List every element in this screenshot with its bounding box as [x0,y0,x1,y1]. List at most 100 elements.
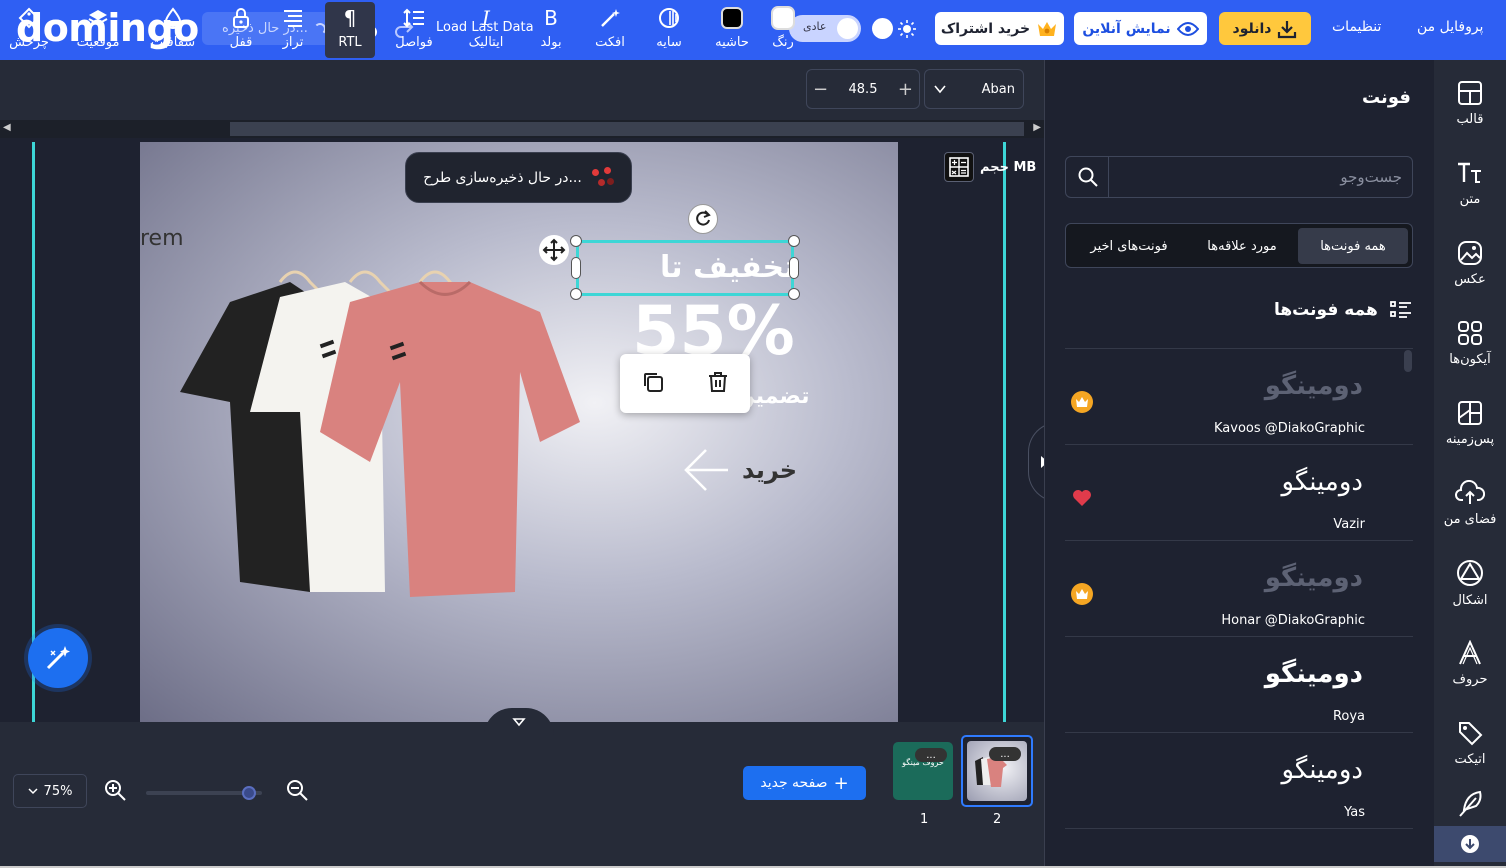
tool-label: سایه [656,35,682,50]
nav-item-more[interactable] [1434,784,1506,824]
tool-bold[interactable]: B بولد [534,2,568,58]
zoom-out-icon[interactable] [285,778,309,806]
page-thumbnail-1[interactable]: حروف مینگو ... [893,742,953,800]
tshirts-image[interactable] [170,262,590,612]
font-item-partial[interactable] [1065,828,1413,868]
nav-item-text[interactable]: متن [1434,144,1506,222]
nav-item-template[interactable]: قالب [1434,64,1506,142]
align-icon [283,2,303,34]
favorite-heart-icon[interactable] [1071,487,1093,509]
font-item-roya[interactable]: دومینگو Roya [1065,636,1413,732]
zoom-select[interactable]: 75% [13,774,87,808]
duplicate-icon[interactable] [641,370,665,398]
tab-all-fonts[interactable]: همه فونت‌ها [1298,228,1408,264]
nav-item-my-space[interactable]: فضای من [1434,464,1506,542]
nav-item-shapes[interactable]: اشکال [1434,544,1506,622]
nav-item-background[interactable]: پس‌زمینه [1434,384,1506,462]
zoom-in-icon[interactable] [103,778,127,806]
tool-label: شفافیت [150,35,196,50]
online-preview-button[interactable]: نمایش آنلاین [1074,12,1207,45]
resize-handle[interactable] [570,235,582,247]
opacity-drop-icon [164,2,182,34]
element-context-menu [620,354,750,413]
new-page-button[interactable]: صفحه جدید + [743,766,866,800]
font-preview: دومینگو [1281,467,1363,497]
toolbar-scrollbar[interactable]: ◀ ▶ [0,120,1044,138]
nav-scroll-down-button[interactable] [1434,826,1506,862]
tool-color[interactable]: رنگ [766,2,800,58]
font-item-kavoos[interactable]: دومینگو Kavoos @DiakoGraphic [1065,348,1413,444]
nav-item-image[interactable]: عکس [1434,224,1506,302]
tool-label: افکت [595,35,625,50]
zoom-slider[interactable] [146,786,262,800]
chevron-down-icon [934,85,946,94]
nav-item-letters[interactable]: حروف [1434,624,1506,702]
nav-item-label: اشکال [1452,592,1488,608]
font-family-select[interactable]: Aban [924,69,1024,109]
nav-item-tag[interactable]: اتیکت [1434,704,1506,782]
tool-rtl[interactable]: ¶ RTL [325,2,375,58]
download-label: دانلود [1232,20,1272,37]
trash-icon[interactable] [706,370,730,398]
search-icon[interactable] [1077,166,1099,188]
resize-handle[interactable] [788,288,800,300]
file-size-label: حجم MB [980,160,1037,175]
tool-italic[interactable]: I ایتالیک [460,2,512,58]
nav-item-label: متن [1459,191,1481,207]
font-list-scrollbar[interactable] [1404,350,1412,372]
design-page[interactable]: rem تخفیف تا 55% تضمین خرید [140,142,898,722]
tool-opacity[interactable]: شفافیت [146,2,200,58]
magic-wand-icon [599,2,621,34]
tool-spacing[interactable]: فواصل [390,2,438,58]
zoom-slider-knob[interactable] [242,786,256,800]
tool-align[interactable]: تراز [278,2,308,58]
tool-rotate[interactable]: چرخش [8,2,50,58]
page-number: 1 [920,812,929,827]
design-side-text[interactable]: rem [140,226,184,251]
arrow-left-icon[interactable] [680,444,732,496]
online-preview-label: نمایش آنلاین [1082,20,1171,37]
font-search-input[interactable] [1116,165,1402,189]
page-thumbnail-2[interactable]: ... [961,735,1033,807]
scroll-left-icon[interactable]: ◀ [3,122,11,133]
font-item-vazir[interactable]: دومینگو Vazir [1065,444,1413,540]
scrollbar-thumb[interactable] [230,122,1024,136]
move-icon[interactable] [539,235,569,265]
page-more-button[interactable]: ... [989,747,1021,761]
scroll-right-icon[interactable]: ▶ [1033,122,1041,133]
rotate-icon[interactable] [688,204,718,234]
download-button[interactable]: دانلود [1219,12,1311,45]
tab-recent-fonts[interactable]: فونت‌های اخیر [1072,228,1186,264]
side-handle[interactable] [789,257,799,279]
tool-position[interactable]: موقعیت [72,2,124,58]
loading-dots-icon [591,166,614,189]
selection-box[interactable] [576,240,794,296]
design-buy[interactable]: خرید [742,456,797,484]
settings-link[interactable]: تنظیمات [1332,19,1381,35]
nav-item-icons[interactable]: آیکون‌ها [1434,304,1506,382]
border-square-icon [721,2,743,34]
increase-size-button[interactable]: + [898,79,913,100]
font-item-yas[interactable]: دومینگو Yas [1065,732,1413,828]
font-size-stepper[interactable]: − 48.5 + [806,69,920,109]
tab-favorites[interactable]: مورد علاقه‌ها [1194,228,1290,264]
font-size-value[interactable]: 48.5 [849,82,878,97]
tool-lock[interactable]: قفل [224,2,258,58]
font-item-honar[interactable]: دومینگو Honar @DiakoGraphic [1065,540,1413,636]
side-handle[interactable] [571,257,581,279]
saving-message: در حال ذخیره‌سازی طرح... [423,169,582,186]
theme-toggle[interactable] [869,15,921,42]
resize-handle[interactable] [570,288,582,300]
tool-shadow[interactable]: سایه [652,2,686,58]
decrease-size-button[interactable]: − [813,79,828,100]
profile-link[interactable]: پروفایل من [1417,19,1483,35]
resize-handle[interactable] [788,235,800,247]
plus-icon: + [833,772,849,794]
rotate-tag-icon [18,2,40,34]
tool-border[interactable]: حاشیه [710,2,754,58]
subscribe-button[interactable]: خرید اشتراک [935,12,1064,45]
magic-button[interactable] [28,628,88,688]
tool-effect[interactable]: افکت [590,2,630,58]
calculator-icon[interactable] [944,152,974,182]
page-more-button[interactable]: ... [915,748,947,762]
